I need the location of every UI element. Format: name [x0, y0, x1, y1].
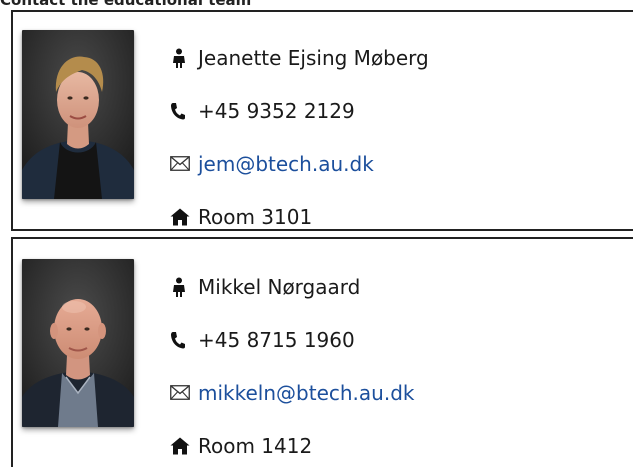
contact-phone-row: +45 8715 1960: [170, 313, 631, 366]
person-icon: [170, 48, 198, 68]
contact-photo: [22, 30, 134, 199]
phone-icon: [170, 102, 198, 120]
contact-email-row: mikkeln@btech.au.dk: [170, 366, 631, 419]
contact-email-link[interactable]: mikkeln@btech.au.dk: [198, 381, 414, 405]
contact-photo: [22, 259, 134, 427]
contact-room: Room 1412: [198, 433, 313, 458]
contact-card: Jeanette Ejsing Møberg +45 9352 2129 jem…: [11, 10, 633, 231]
envelope-icon: [170, 385, 198, 400]
contact-email-link[interactable]: jem@btech.au.dk: [198, 152, 374, 176]
phone-icon: [170, 331, 198, 349]
contact-name: Mikkel Nørgaard: [198, 274, 361, 299]
contact-room-row: Room 1412: [170, 419, 631, 472]
contact-phone-row: +45 9352 2129: [170, 84, 631, 137]
contact-name-row: Jeanette Ejsing Møberg: [170, 31, 631, 84]
section-heading: Contact the educational team: [0, 0, 252, 9]
contact-card: Mikkel Nørgaard +45 8715 1960 mikkeln@bt…: [11, 237, 633, 467]
contact-phone: +45 8715 1960: [198, 327, 355, 352]
contact-phone: +45 9352 2129: [198, 98, 355, 123]
contact-name-row: Mikkel Nørgaard: [170, 260, 631, 313]
contact-info: Jeanette Ejsing Møberg +45 9352 2129 jem…: [170, 31, 631, 243]
contact-email-row: jem@btech.au.dk: [170, 137, 631, 190]
contact-room: Room 3101: [198, 204, 313, 229]
contact-room-row: Room 3101: [170, 190, 631, 243]
envelope-icon: [170, 156, 198, 171]
contact-name: Jeanette Ejsing Møberg: [198, 45, 429, 70]
home-icon: [170, 437, 198, 455]
home-icon: [170, 208, 198, 226]
contact-info: Mikkel Nørgaard +45 8715 1960 mikkeln@bt…: [170, 260, 631, 472]
person-icon: [170, 277, 198, 297]
